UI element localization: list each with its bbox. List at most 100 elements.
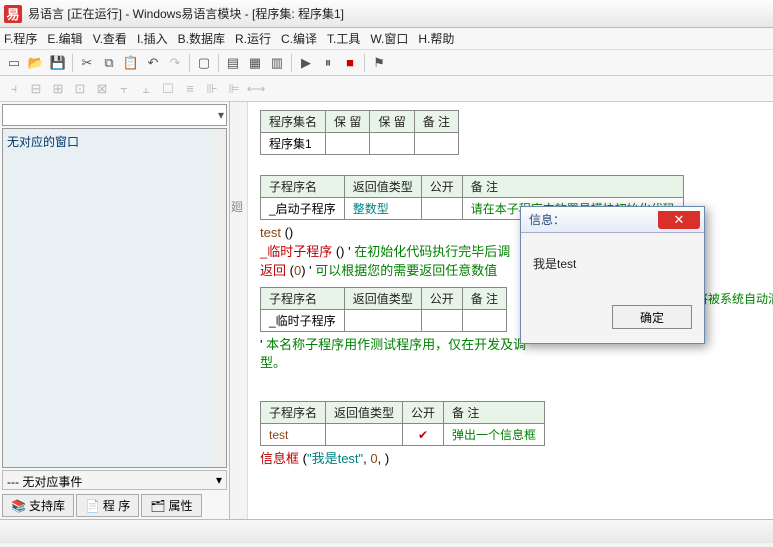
separator xyxy=(189,54,190,72)
menu-help[interactable]: H.帮助 xyxy=(418,30,454,47)
menu-view[interactable]: V.查看 xyxy=(93,30,127,47)
ok-button[interactable]: 确定 xyxy=(612,305,692,329)
menu-program[interactable]: F.程序 xyxy=(4,30,37,47)
undo-icon[interactable]: ↶ xyxy=(143,53,163,73)
th: 公开 xyxy=(421,176,462,198)
menu-bar: F.程序 E.编辑 V.查看 I.插入 B.数据库 R.运行 C.编译 T.工具… xyxy=(0,28,773,50)
td[interactable]: _临时子程序 xyxy=(261,310,345,332)
close-button[interactable]: ✕ xyxy=(658,211,700,229)
separator xyxy=(364,54,365,72)
code-line[interactable]: 信息框 ("我是test", 0, ) xyxy=(260,450,763,469)
no-window-label: 无对应的窗口 xyxy=(7,135,79,149)
td[interactable] xyxy=(326,133,370,155)
align-icon: ☐ xyxy=(158,79,178,99)
th: 程序集名 xyxy=(261,111,326,133)
align-icon: ⊡ xyxy=(70,79,90,99)
message-box: 信息： ✕ 我是test 确定 xyxy=(520,206,705,344)
window-title: 易语言 [正在运行] - Windows易语言模块 - [程序集: 程序集1] xyxy=(28,5,344,22)
align-icon: ≡ xyxy=(180,79,200,99)
th: 返回值类型 xyxy=(326,402,403,424)
sub-table-2: 子程序名返回值类型公开备 注 _临时子程序 xyxy=(260,287,507,332)
window-icon[interactable]: ▢ xyxy=(194,53,214,73)
event-dropdown[interactable]: --- 无对应事件 ▾ xyxy=(2,470,227,490)
th: 公开 xyxy=(421,288,462,310)
scrollbar[interactable] xyxy=(212,129,226,467)
align-icon: ⊟ xyxy=(26,79,46,99)
event-text: --- 无对应事件 xyxy=(7,475,82,489)
menu-run[interactable]: R.运行 xyxy=(235,30,271,47)
th: 子程序名 xyxy=(261,288,345,310)
td[interactable] xyxy=(462,310,506,332)
tab-properties[interactable]: 🗂属性 xyxy=(141,494,201,517)
td[interactable]: _启动子程序 xyxy=(261,198,345,220)
cut-icon[interactable]: ✂ xyxy=(77,53,97,73)
status-bar xyxy=(0,519,773,543)
th: 备 注 xyxy=(414,111,458,133)
new-icon[interactable]: ▭ xyxy=(4,53,24,73)
menu-database[interactable]: B.数据库 xyxy=(178,30,225,47)
th: 保 留 xyxy=(326,111,370,133)
redo-icon: ↷ xyxy=(165,53,185,73)
dialog-footer: 确定 xyxy=(521,297,704,343)
th: 公开 xyxy=(403,402,444,424)
paste-icon[interactable]: 📋 xyxy=(121,53,141,73)
splitter-marker[interactable]: 廻 xyxy=(231,198,243,215)
open-icon[interactable]: 📂 xyxy=(26,53,46,73)
td[interactable]: test xyxy=(261,424,326,446)
align-left-icon: ⫞ xyxy=(4,79,24,99)
layout-icon[interactable]: ▤ xyxy=(223,53,243,73)
title-bar: 易 易语言 [正在运行] - Windows易语言模块 - [程序集: 程序集1… xyxy=(0,0,773,28)
design-surface[interactable]: 无对应的窗口 xyxy=(2,128,227,468)
tab-program[interactable]: 📄程 序 xyxy=(76,494,139,517)
flag-icon[interactable]: ⚑ xyxy=(369,53,389,73)
public-check[interactable]: ✔ xyxy=(403,424,444,446)
align-icon: ⫟ xyxy=(114,79,134,99)
td[interactable] xyxy=(370,133,414,155)
menu-insert[interactable]: I.插入 xyxy=(137,30,168,47)
td[interactable] xyxy=(326,424,403,446)
align-icon: ⊫ xyxy=(224,79,244,99)
left-tabs: 📚支持库 📄程 序 🗂属性 xyxy=(0,492,229,519)
separator xyxy=(291,54,292,72)
th: 备 注 xyxy=(462,288,506,310)
align-icon: ⊠ xyxy=(92,79,112,99)
copy-icon[interactable]: ⧉ xyxy=(99,53,119,73)
object-dropdown[interactable]: ▾ xyxy=(2,104,227,126)
separator xyxy=(72,54,73,72)
tab-support-lib[interactable]: 📚支持库 xyxy=(2,494,74,517)
book-icon: 📚 xyxy=(11,499,26,513)
pause-icon[interactable]: ⏸ xyxy=(318,53,338,73)
layout3-icon[interactable]: ▥ xyxy=(267,53,287,73)
save-icon[interactable]: 💾 xyxy=(48,53,68,73)
menu-edit[interactable]: E.编辑 xyxy=(47,30,82,47)
run-icon[interactable]: ▶ xyxy=(296,53,316,73)
layout2-icon[interactable]: ▦ xyxy=(245,53,265,73)
td[interactable]: 程序集1 xyxy=(261,133,326,155)
separator xyxy=(218,54,219,72)
align-icon: ⫠ xyxy=(136,79,156,99)
td[interactable] xyxy=(421,198,462,220)
menu-window[interactable]: W.窗口 xyxy=(370,30,408,47)
menu-tools[interactable]: T.工具 xyxy=(327,30,360,47)
code-line[interactable]: 型。 xyxy=(260,355,763,373)
toolbar-align: ⫞ ⊟ ⊞ ⊡ ⊠ ⫟ ⫠ ☐ ≡ ⊪ ⊫ ⟷ xyxy=(0,76,773,102)
doc-icon: 📄 xyxy=(85,499,100,513)
menu-compile[interactable]: C.编译 xyxy=(281,30,317,47)
dialog-titlebar[interactable]: 信息： ✕ xyxy=(521,207,704,233)
gutter xyxy=(230,102,248,519)
td[interactable]: 弹出一个信息框 xyxy=(444,424,545,446)
chevron-down-icon: ▾ xyxy=(218,108,224,122)
td[interactable] xyxy=(421,310,462,332)
align-icon: ⊞ xyxy=(48,79,68,99)
td[interactable] xyxy=(344,310,421,332)
th: 备 注 xyxy=(444,402,545,424)
assembly-table: 程序集名保 留保 留备 注 程序集1 xyxy=(260,110,459,155)
dialog-title: 信息： xyxy=(529,211,565,228)
td[interactable] xyxy=(414,133,458,155)
td[interactable]: 整数型 xyxy=(344,198,421,220)
toolbar-main: ▭ 📂 💾 ✂ ⧉ 📋 ↶ ↷ ▢ ▤ ▦ ▥ ▶ ⏸ ■ ⚑ xyxy=(0,50,773,76)
stop-icon[interactable]: ■ xyxy=(340,53,360,73)
sub-table-3: 子程序名返回值类型公开备 注 test✔弹出一个信息框 xyxy=(260,401,545,446)
align-icon: ⟷ xyxy=(246,79,266,99)
card-icon: 🗂 xyxy=(150,499,165,513)
